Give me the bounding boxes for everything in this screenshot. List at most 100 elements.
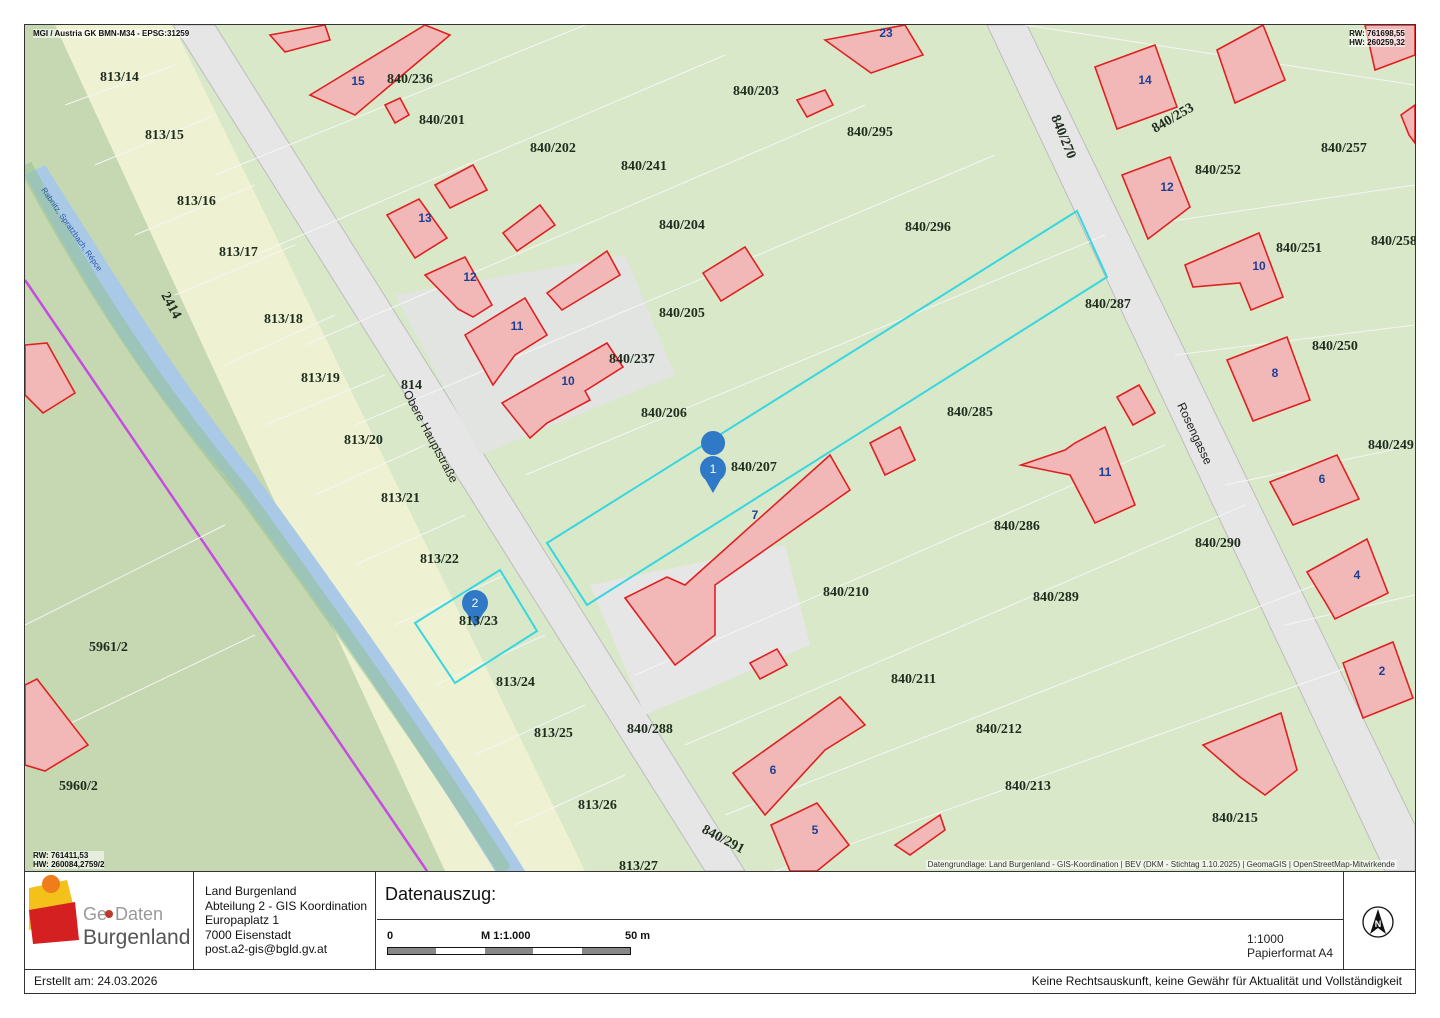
parcel-label: 813/15 xyxy=(145,128,184,143)
parcel-label: 840/295 xyxy=(847,125,893,140)
parcel-label: 840/236 xyxy=(387,72,433,87)
house-number: 14 xyxy=(1138,73,1152,87)
hw-top: HW: 260259,32 xyxy=(1349,38,1405,47)
scale-bar xyxy=(387,947,631,955)
svg-text:Daten: Daten xyxy=(115,904,163,924)
map-printout: 1 2 Obere Hauptstraße Rosengasse Rabnitz… xyxy=(24,24,1416,994)
svg-text:Burgenland: Burgenland xyxy=(83,926,190,949)
parcel-label: 840/285 xyxy=(947,405,993,420)
svg-text:N: N xyxy=(1375,919,1382,929)
cadastral-map[interactable]: 1 2 Obere Hauptstraße Rosengasse Rabnitz… xyxy=(25,25,1415,872)
map-canvas: 1 2 Obere Hauptstraße Rosengasse Rabnitz… xyxy=(25,25,1415,871)
parcel-label: 840/296 xyxy=(905,220,951,235)
parcel-label: 814 xyxy=(401,378,422,393)
parcel-label: 840/210 xyxy=(823,585,869,600)
house-number: 11 xyxy=(511,319,524,333)
rw-bottom: RW: 761411,53 xyxy=(33,851,89,860)
parcel-label: 813/16 xyxy=(177,194,216,209)
rw-top: RW: 761698,55 xyxy=(1349,29,1405,38)
scale-end: 50 m xyxy=(625,930,651,942)
parcel-label: 840/287 xyxy=(1085,297,1131,312)
house-number: 7 xyxy=(752,508,759,522)
parcel-label: 840/251 xyxy=(1276,241,1322,256)
parcel-label: 840/258 xyxy=(1371,234,1415,249)
creation-date: Erstellt am: 24.03.2026 xyxy=(34,974,158,988)
contact-email[interactable]: post.a2-gis@bgld.gv.at xyxy=(205,942,375,957)
scale-ratio: 1:1000 xyxy=(1246,932,1284,946)
parcel-label: 5960/2 xyxy=(59,779,98,794)
house-number: 5 xyxy=(812,823,819,837)
format-info: 1:1000 Papierformat A4 xyxy=(1247,932,1333,960)
legend-footer: Ge Daten Burgenland Land Burgenland Abte… xyxy=(25,872,1415,993)
parcel-label: 813/18 xyxy=(264,312,303,327)
parcel-label: 840/201 xyxy=(419,113,465,128)
house-number: 12 xyxy=(1160,180,1174,194)
crs-label: MGI / Austria GK BMN-M34 - EPSG:31259 xyxy=(33,29,190,38)
parcel-label: 813/14 xyxy=(100,70,139,85)
extract-title: Datenauszug: xyxy=(385,884,497,904)
publisher-address: Land Burgenland Abteilung 2 - GIS Koordi… xyxy=(194,872,376,969)
house-number: 4 xyxy=(1354,568,1361,582)
address-line: Abteilung 2 - GIS Koordination xyxy=(205,898,368,913)
logo-graphic: Ge Daten Burgenland xyxy=(29,875,190,949)
parcel-label: 813/17 xyxy=(219,245,258,260)
scale-mid: M 1:1.000 xyxy=(481,930,531,942)
parcel-label: 840/237 xyxy=(609,352,655,367)
geodaten-logo: Ge Daten Burgenland xyxy=(25,872,194,969)
parcel-label: 840/241 xyxy=(621,159,667,174)
north-arrow-icon: N xyxy=(1362,906,1394,938)
house-number: 13 xyxy=(418,211,432,225)
parcel-label: 840/205 xyxy=(659,306,705,321)
parcel-label: 813/27 xyxy=(619,859,658,871)
parcel-label: 840/215 xyxy=(1212,811,1258,826)
parcel-label: 840/257 xyxy=(1321,141,1367,156)
parcel-label: 813/22 xyxy=(420,552,459,567)
top-right-coords: RW: 761698,55 HW: 260259,32 xyxy=(1349,29,1405,47)
marker-1-label: 1 xyxy=(710,462,717,476)
house-number: 8 xyxy=(1272,366,1279,380)
parcel-label: 813/25 xyxy=(534,726,573,741)
parcel-label: 813/21 xyxy=(381,491,420,506)
svg-text:Ge: Ge xyxy=(83,904,107,924)
parcel-label: 813/19 xyxy=(301,371,340,386)
parcel-label: 813/26 xyxy=(578,798,617,813)
divider xyxy=(377,919,1343,920)
address-line: Europaplatz 1 xyxy=(205,913,280,927)
parcel-label: 813/23 xyxy=(459,614,498,629)
parcel-label: 840/289 xyxy=(1033,590,1079,605)
parcel-label: 840/211 xyxy=(891,672,936,687)
parcel-label: 5961/2 xyxy=(89,640,128,655)
parcel-label: 840/207 xyxy=(731,460,777,475)
house-number: 6 xyxy=(770,763,777,777)
hw-bottom: HW: 260084,2759/2 xyxy=(33,860,105,869)
extract-info: Datenauszug: 0 M 1:1.000 50 m 1:1000 Pap… xyxy=(377,872,1344,969)
north-arrow-box: N xyxy=(1344,872,1415,969)
disclaimer: Keine Rechtsauskunft, keine Gewähr für A… xyxy=(1031,974,1402,988)
address-line: Land Burgenland xyxy=(205,884,297,898)
parcel-label: 840/250 xyxy=(1312,339,1358,354)
scale-start: 0 xyxy=(387,930,394,942)
bottom-left-coords: RW: 761411,53 HW: 260084,2759/2 xyxy=(33,851,105,869)
house-number: 10 xyxy=(561,374,575,388)
house-number: 12 xyxy=(463,270,477,284)
house-number: 10 xyxy=(1252,259,1266,273)
parcel-label: 840/206 xyxy=(641,406,687,421)
house-number: 15 xyxy=(351,74,365,88)
parcel-label: 813/24 xyxy=(496,675,535,690)
parcel-label: 840/212 xyxy=(976,722,1022,737)
parcel-label: 840/286 xyxy=(994,519,1040,534)
parcel-label: 840/249 xyxy=(1368,438,1414,453)
marker-2-label: 2 xyxy=(472,596,479,610)
parcel-label: 840/252 xyxy=(1195,163,1241,178)
house-number: 11 xyxy=(1099,465,1112,479)
house-number: 23 xyxy=(879,26,893,40)
parcel-label: 840/203 xyxy=(733,84,779,99)
parcel-label: 840/288 xyxy=(627,722,673,737)
parcel-label: 840/204 xyxy=(659,218,705,233)
house-number: 6 xyxy=(1319,472,1326,486)
parcel-label: 840/202 xyxy=(530,141,576,156)
parcel-label: 840/290 xyxy=(1195,536,1241,551)
parcel-label: 813/20 xyxy=(344,433,383,448)
parcel-label: 840/213 xyxy=(1005,779,1051,794)
map-attribution: Datengrundlage: Land Burgenland - GIS-Ko… xyxy=(925,860,1397,869)
